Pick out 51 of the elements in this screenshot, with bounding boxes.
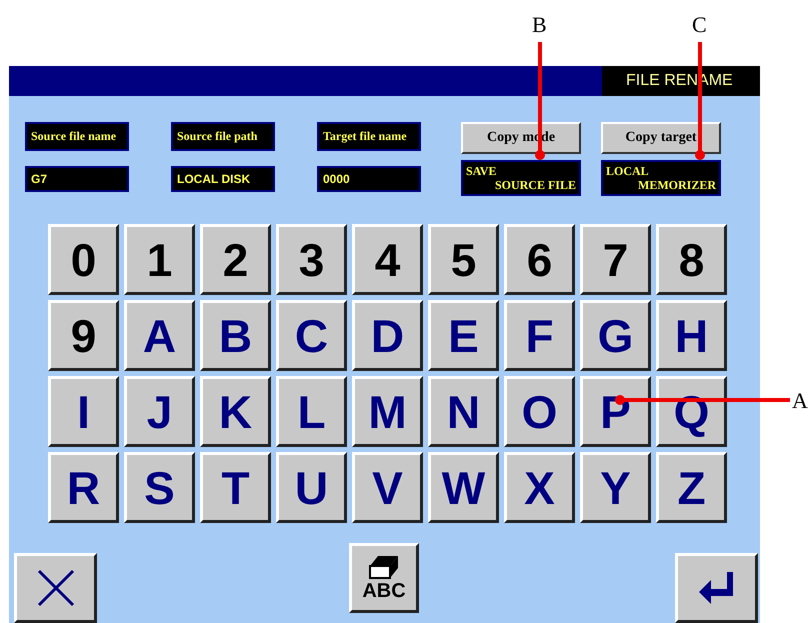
- key-button[interactable]: 3: [276, 224, 347, 295]
- key-button[interactable]: 9: [48, 300, 119, 371]
- key-button[interactable]: T: [200, 452, 271, 523]
- key-button[interactable]: R: [48, 452, 119, 523]
- key-button[interactable]: J: [124, 376, 195, 447]
- key-button[interactable]: W: [428, 452, 499, 523]
- key-button[interactable]: H: [656, 300, 727, 371]
- callout-label: C: [692, 14, 707, 36]
- clear-button[interactable]: ABC: [349, 543, 419, 613]
- key-button[interactable]: K: [200, 376, 271, 447]
- key-button[interactable]: 2: [200, 224, 271, 295]
- field-value: G7: [25, 166, 129, 192]
- mode-value: SAVE SOURCE FILE: [461, 160, 581, 196]
- field-value: 0000: [317, 166, 421, 192]
- eraser-icon: [368, 554, 400, 580]
- key-button[interactable]: 6: [504, 224, 575, 295]
- key-button[interactable]: Z: [656, 452, 727, 523]
- key-button[interactable]: N: [428, 376, 499, 447]
- key-button[interactable]: S: [124, 452, 195, 523]
- key-button[interactable]: I: [48, 376, 119, 447]
- cancel-button[interactable]: [14, 553, 97, 623]
- field-label: Target file name: [317, 122, 421, 151]
- callout-label: B: [532, 14, 547, 36]
- key-button[interactable]: C: [276, 300, 347, 371]
- key-button[interactable]: O: [504, 376, 575, 447]
- key-button[interactable]: Y: [580, 452, 651, 523]
- field-label: Source file name: [25, 122, 129, 151]
- key-button[interactable]: 5: [428, 224, 499, 295]
- key-button[interactable]: A: [124, 300, 195, 371]
- key-button[interactable]: F: [504, 300, 575, 371]
- close-icon: [36, 568, 76, 608]
- key-button[interactable]: B: [200, 300, 271, 371]
- mode-button[interactable]: Copy target: [601, 122, 721, 154]
- key-button[interactable]: M: [352, 376, 423, 447]
- key-button[interactable]: V: [352, 452, 423, 523]
- key-button[interactable]: D: [352, 300, 423, 371]
- mode-value: LOCAL MEMORIZER: [601, 160, 721, 196]
- key-button[interactable]: X: [504, 452, 575, 523]
- key-button[interactable]: 1: [124, 224, 195, 295]
- enter-button[interactable]: [675, 553, 758, 623]
- key-button[interactable]: 0: [48, 224, 119, 295]
- key-button[interactable]: 7: [580, 224, 651, 295]
- field-label: Source file path: [171, 122, 275, 151]
- callout-label: A: [792, 390, 808, 412]
- key-button[interactable]: 4: [352, 224, 423, 295]
- key-button[interactable]: E: [428, 300, 499, 371]
- key-button[interactable]: L: [276, 376, 347, 447]
- key-button[interactable]: 8: [656, 224, 727, 295]
- key-button[interactable]: U: [276, 452, 347, 523]
- key-button[interactable]: G: [580, 300, 651, 371]
- field-value: LOCAL DISK: [171, 166, 275, 192]
